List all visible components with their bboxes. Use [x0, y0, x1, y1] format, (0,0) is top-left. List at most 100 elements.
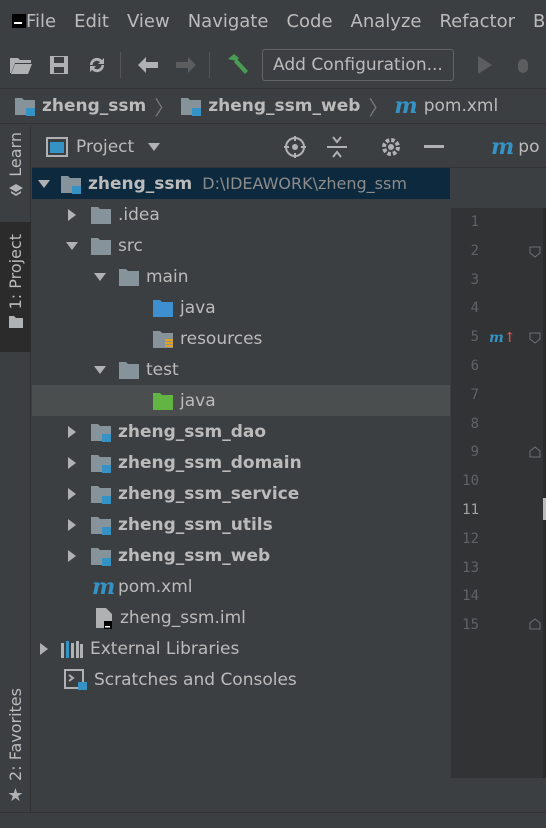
- library-icon: [61, 640, 83, 658]
- chevron-right-icon[interactable]: [64, 486, 80, 502]
- learn-tab[interactable]: Learn: [0, 132, 31, 214]
- build-button[interactable]: [220, 48, 254, 82]
- module-folder-icon: [91, 454, 111, 473]
- resources-folder-icon: [153, 330, 173, 348]
- collapse-all-icon[interactable]: [326, 135, 348, 158]
- chevron-down-icon[interactable]: [92, 269, 108, 285]
- menu-code[interactable]: Code: [286, 11, 332, 32]
- menu-edit[interactable]: Edit: [74, 11, 109, 32]
- tree-item-label: src: [118, 235, 143, 256]
- tree-item-label: zheng_ssm_dao: [118, 421, 267, 442]
- fold-marker-icon[interactable]: [529, 618, 541, 630]
- tree-item-label: zheng_ssm_utils: [118, 514, 273, 535]
- chevron-down-icon[interactable]: [92, 362, 108, 378]
- tree-item-src[interactable]: src: [32, 230, 450, 261]
- add-configuration-button[interactable]: Add Configuration...: [262, 49, 454, 81]
- chevron-right-icon[interactable]: [64, 548, 80, 564]
- tree-item-web[interactable]: zheng_ssm_web: [32, 540, 450, 571]
- tree-item-domain[interactable]: zheng_ssm_domain: [32, 447, 450, 478]
- module-folder-icon: [15, 98, 35, 116]
- line-number: 12: [462, 530, 479, 547]
- chevron-down-icon[interactable]: [64, 238, 80, 254]
- tree-item-main[interactable]: main: [32, 261, 450, 292]
- tree-item-test[interactable]: test: [32, 354, 450, 385]
- chevron-right-icon[interactable]: [64, 207, 80, 223]
- breadcrumb-item-zheng-ssm[interactable]: zheng_ssm: [14, 96, 146, 116]
- tree-item-label: test: [146, 359, 179, 380]
- tree-item-external-libraries[interactable]: External Libraries: [32, 633, 450, 664]
- debug-button[interactable]: [506, 48, 540, 82]
- project-tab-label: 1: Project: [6, 234, 25, 310]
- tree-item-root[interactable]: zheng_ssm D:\IDEAWORK\zheng_ssm: [32, 168, 450, 199]
- save-icon: [50, 56, 68, 74]
- editor-tab-label: po: [518, 136, 540, 157]
- line-number: 2: [470, 242, 479, 259]
- chevron-right-icon: 〉: [154, 95, 175, 120]
- fold-marker-icon[interactable]: [529, 332, 541, 344]
- module-folder-icon: [91, 423, 111, 442]
- toolbar-separator: [209, 52, 210, 78]
- menu-file[interactable]: File: [26, 11, 56, 32]
- back-button[interactable]: [131, 48, 165, 82]
- fold-marker-icon[interactable]: [529, 446, 541, 458]
- maven-icon: m: [491, 133, 515, 160]
- tree-item-idea[interactable]: .idea: [32, 199, 450, 230]
- breadcrumb-item-pom[interactable]: m pom.xml: [394, 93, 498, 119]
- arrow-right-icon: [176, 57, 196, 73]
- menu-bar: File Edit View Navigate Code Analyze Ref…: [0, 0, 546, 42]
- menu-navigate[interactable]: Navigate: [188, 11, 269, 32]
- maven-icon: m: [394, 93, 418, 119]
- gear-icon[interactable]: [380, 136, 402, 158]
- locate-file-icon[interactable]: [284, 135, 307, 158]
- breadcrumb-item-zheng-ssm-web[interactable]: zheng_ssm_web: [180, 96, 360, 116]
- forward-button[interactable]: [169, 48, 203, 82]
- save-all-button[interactable]: [42, 48, 76, 82]
- chevron-down-icon[interactable]: [36, 176, 52, 192]
- tree-item-main-java[interactable]: java: [32, 292, 450, 323]
- chevron-right-icon[interactable]: [64, 424, 80, 440]
- tree-item-label: zheng_ssm: [88, 173, 193, 194]
- line-number: 10: [462, 473, 479, 490]
- chevron-right-icon[interactable]: [36, 641, 52, 657]
- star-icon: ★: [7, 784, 24, 806]
- project-panel-title[interactable]: Project: [76, 137, 134, 157]
- line-number: 15: [462, 617, 479, 634]
- tree-item-test-java[interactable]: java: [32, 385, 450, 416]
- open-folder-button[interactable]: [4, 48, 38, 82]
- debug-icon: [517, 59, 528, 73]
- module-folder-icon: [61, 175, 81, 194]
- chevron-right-icon[interactable]: [64, 455, 80, 471]
- arrow-left-icon: [138, 57, 158, 73]
- menu-build[interactable]: B: [533, 11, 545, 32]
- menu-view[interactable]: View: [127, 11, 170, 32]
- menu-refactor[interactable]: Refactor: [439, 11, 515, 32]
- favorites-tab[interactable]: 2: Favorites ★: [0, 688, 31, 818]
- chevron-down-icon[interactable]: [148, 142, 161, 151]
- minimize-icon[interactable]: [424, 144, 445, 149]
- left-tool-stripe: Learn 1: Project 2: Favorites ★: [0, 126, 31, 828]
- line-number: 9: [470, 444, 479, 461]
- fold-marker-icon[interactable]: [529, 246, 541, 258]
- breadcrumb-label: zheng_ssm: [42, 96, 147, 116]
- tree-item-utils[interactable]: zheng_ssm_utils: [32, 509, 450, 540]
- line-number: 14: [462, 588, 479, 605]
- tree-item-pom[interactable]: m pom.xml: [32, 571, 450, 602]
- project-tab[interactable]: 1: Project: [0, 222, 31, 352]
- module-folder-icon: [91, 547, 111, 566]
- iml-file-icon: [96, 607, 112, 629]
- chevron-right-icon[interactable]: [64, 517, 80, 533]
- tree-item-scratches[interactable]: Scratches and Consoles: [32, 664, 450, 695]
- tree-item-resources[interactable]: resources: [32, 323, 450, 354]
- tree-item-dao[interactable]: zheng_ssm_dao: [32, 416, 450, 447]
- tree-item-iml[interactable]: zheng_ssm.iml: [32, 602, 450, 633]
- editor-tab-pom[interactable]: m po: [491, 134, 539, 160]
- tree-item-label: Scratches and Consoles: [94, 669, 297, 690]
- run-button[interactable]: [468, 48, 502, 82]
- tree-item-service[interactable]: zheng_ssm_service: [32, 478, 450, 509]
- scratches-icon: [64, 668, 87, 690]
- sync-button[interactable]: [80, 48, 114, 82]
- tree-item-label: resources: [180, 328, 263, 349]
- menu-analyze[interactable]: Analyze: [351, 11, 422, 32]
- maven-override-icon[interactable]: m↑: [489, 330, 516, 346]
- line-number: 1: [470, 214, 479, 230]
